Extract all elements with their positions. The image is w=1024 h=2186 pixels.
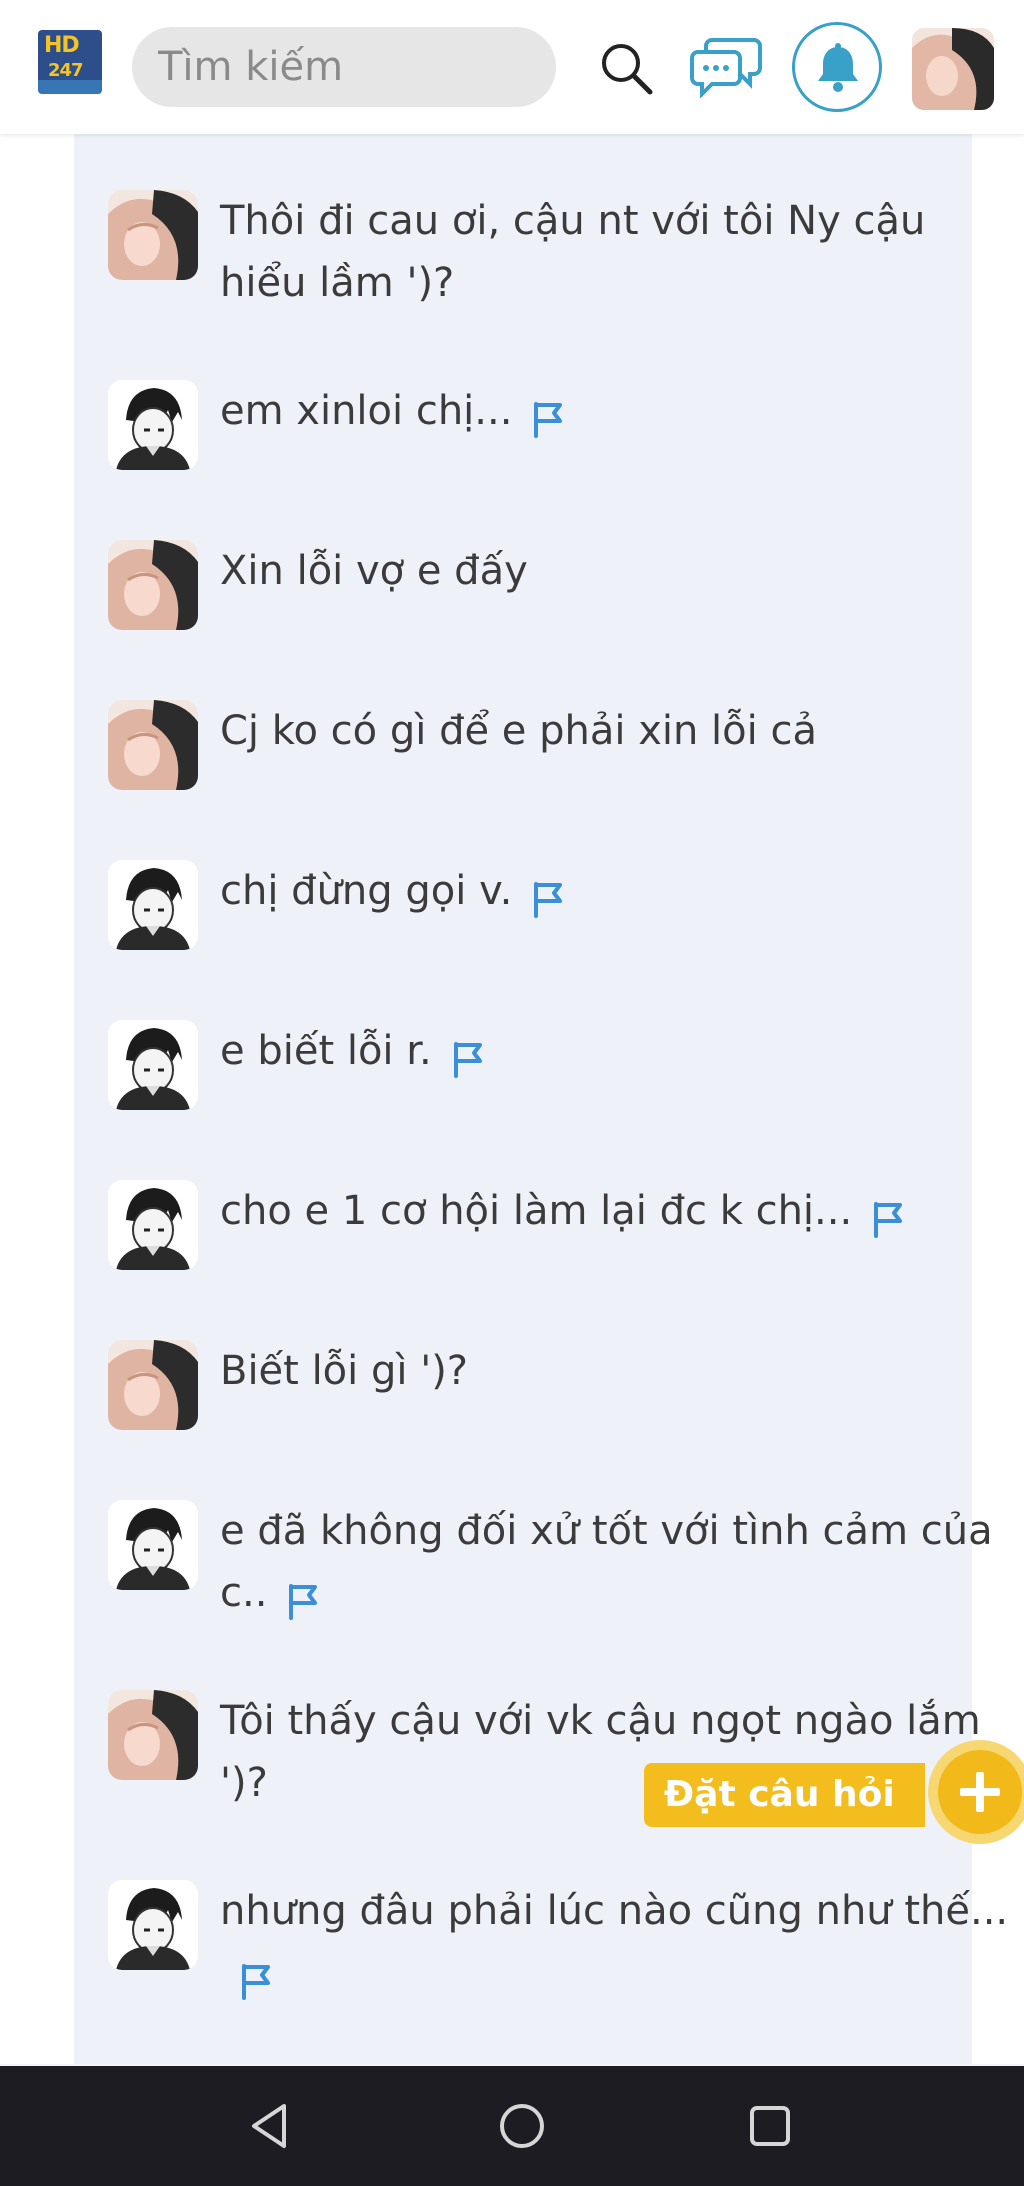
girl-avatar[interactable] [108, 700, 198, 790]
girl-avatar[interactable] [108, 1340, 198, 1430]
site-logo[interactable]: HD 247 [38, 30, 102, 94]
message-text: em xinloi chị... [220, 380, 1020, 442]
top-header: HD 247 [0, 0, 1024, 134]
search-icon[interactable] [596, 38, 656, 98]
boy-avatar[interactable] [108, 1880, 198, 1970]
report-flag-icon[interactable] [530, 874, 566, 918]
chat-icon[interactable] [690, 34, 762, 99]
message-text: Biết lỗi gì ')? [220, 1340, 1020, 1402]
report-flag-icon[interactable] [870, 1194, 906, 1238]
report-flag-icon[interactable] [530, 394, 566, 438]
message-text: cho e 1 cơ hội làm lại đc k chị... [220, 1180, 1020, 1242]
message-text: chị đừng gọi v. [220, 860, 1020, 922]
message-text: nhưng đâu phải lúc nào cũng như thế... [220, 1880, 1020, 2004]
ask-question-arrow [900, 1763, 924, 1827]
recents-icon[interactable] [744, 2100, 796, 2156]
message-text: Cj ko có gì để e phải xin lỗi cả [220, 700, 1020, 762]
ask-question-label: Đặt câu hỏi [664, 1774, 895, 1815]
message-text-content: Cj ko có gì để e phải xin lỗi cả [220, 708, 817, 754]
message-text: e đã không đối xử tốt với tình cảm của c… [220, 1500, 1020, 1624]
message-text-content: nhưng đâu phải lúc nào cũng như thế... [220, 1888, 1009, 1934]
boy-avatar[interactable] [108, 860, 198, 950]
boy-avatar[interactable] [108, 1180, 198, 1270]
message-text: Thôi đi cau ơi, cậu nt với tôi Ny cậu hi… [220, 190, 1020, 314]
boy-avatar[interactable] [108, 1020, 198, 1110]
ask-question-button[interactable]: Đặt câu hỏi [644, 1763, 925, 1827]
report-flag-icon[interactable] [450, 1034, 486, 1078]
bell-icon [818, 43, 858, 92]
notification-button[interactable] [792, 22, 882, 112]
logo-text-bottom: 247 [48, 60, 84, 81]
message-text: e biết lỗi r. [220, 1020, 1020, 1082]
message-text-content: Thôi đi cau ơi, cậu nt với tôi Ny cậu hi… [220, 198, 926, 306]
message-text-content: Biết lỗi gì ')? [220, 1348, 469, 1394]
system-navbar [0, 2066, 1024, 2186]
message-text: Xin lỗi vợ e đấy [220, 540, 1020, 602]
search-input[interactable] [132, 27, 556, 107]
boy-avatar[interactable] [108, 380, 198, 470]
message-text-content: em xinloi chị... [220, 388, 513, 434]
report-flag-icon[interactable] [285, 1576, 321, 1620]
user-avatar[interactable] [912, 28, 994, 110]
message-text-content: Xin lỗi vợ e đấy [220, 548, 528, 594]
message-text-content: chị đừng gọi v. [220, 868, 513, 914]
back-icon[interactable] [244, 2100, 296, 2156]
home-icon[interactable] [496, 2100, 548, 2156]
add-question-button[interactable] [928, 1740, 1024, 1844]
plus-icon [938, 1750, 1022, 1834]
boy-avatar[interactable] [108, 1500, 198, 1590]
message-text-content: e đã không đối xử tốt với tình cảm của c… [220, 1508, 993, 1616]
message-text-content: cho e 1 cơ hội làm lại đc k chị... [220, 1188, 853, 1234]
girl-avatar[interactable] [108, 1690, 198, 1780]
left-margin [4, 134, 74, 2064]
girl-avatar[interactable] [108, 540, 198, 630]
logo-text-top: HD [44, 33, 80, 58]
message-text-content: e biết lỗi r. [220, 1028, 432, 1074]
girl-avatar[interactable] [108, 190, 198, 280]
report-flag-icon[interactable] [238, 1956, 274, 2000]
